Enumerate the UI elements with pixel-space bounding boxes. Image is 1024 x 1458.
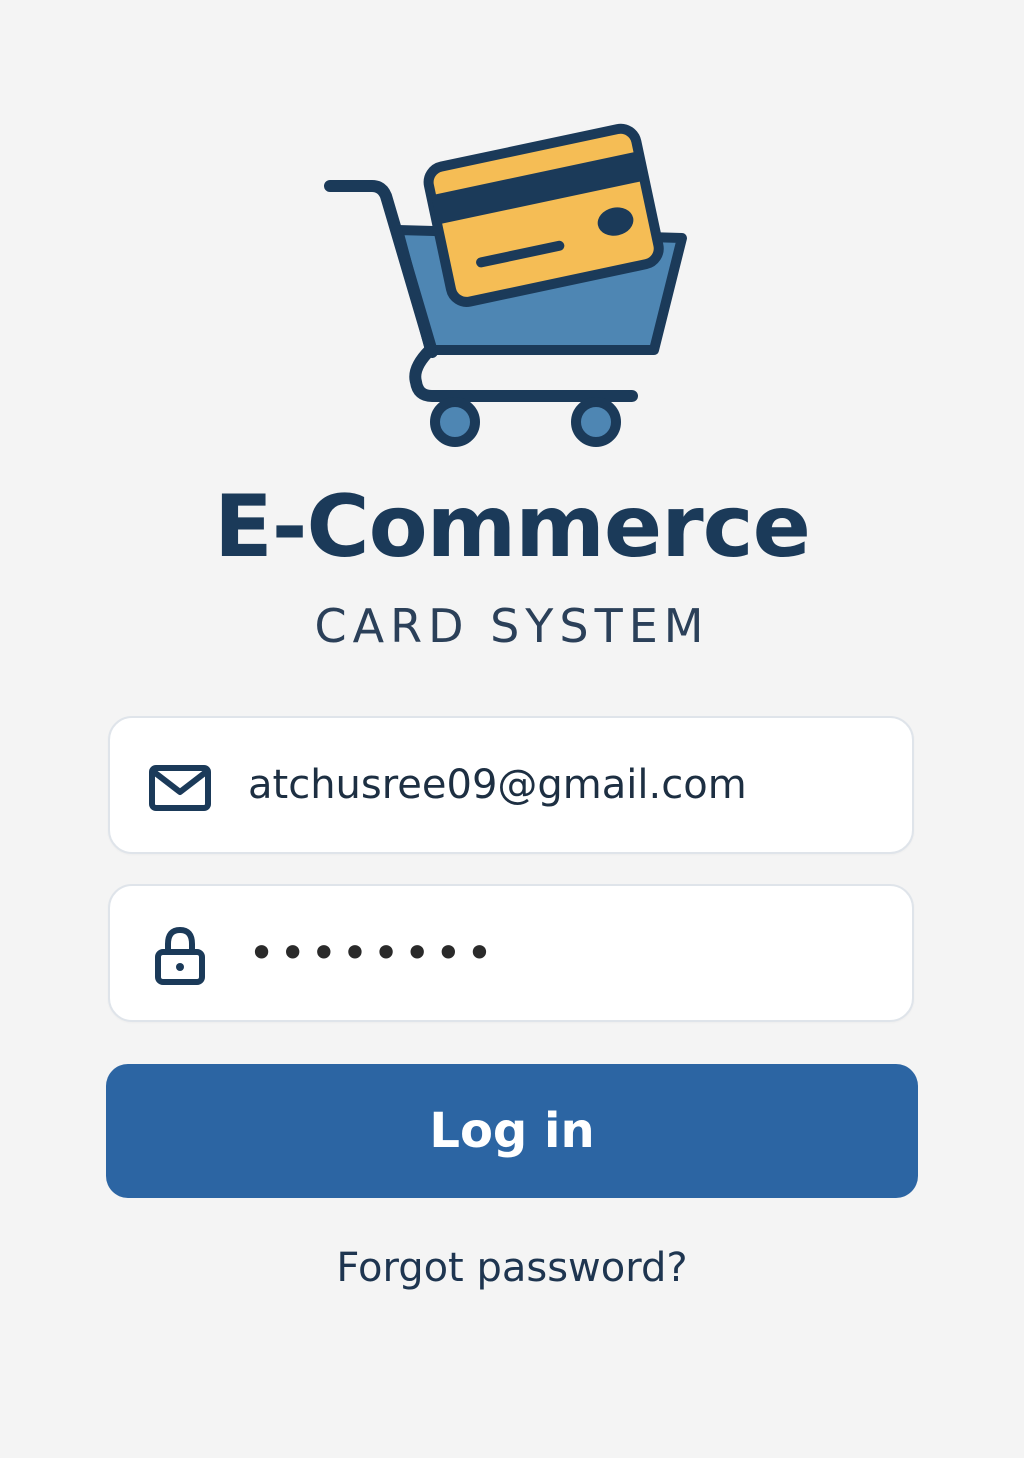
email-field[interactable]: atchusree09@gmail.com — [108, 716, 914, 854]
password-input[interactable]: •••••••• — [248, 886, 497, 1020]
brand-title: E-Commerce — [214, 477, 811, 577]
email-input[interactable]: atchusree09@gmail.com — [248, 718, 747, 852]
login-button[interactable]: Log in — [106, 1064, 918, 1198]
password-field[interactable]: •••••••• — [108, 884, 914, 1022]
brand-logo — [0, 100, 1024, 460]
envelope-icon — [149, 765, 211, 811]
brand-subtitle: CARD SYSTEM — [314, 599, 710, 653]
shopping-cart-with-credit-card-icon — [324, 123, 687, 447]
lock-icon — [155, 926, 205, 985]
forgot-password-link[interactable]: Forgot password? — [0, 1238, 1024, 1298]
